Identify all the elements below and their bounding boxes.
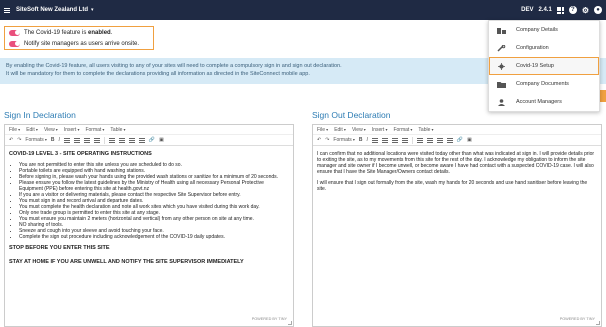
image-icon[interactable]: ▣ [159, 137, 164, 143]
powered-by-label[interactable]: POWERED BY TINY [560, 317, 595, 321]
align-center-icon[interactable] [73, 137, 80, 143]
menu-edit[interactable]: Edit [334, 127, 346, 133]
menu-table[interactable]: Table [418, 127, 433, 133]
menu-format[interactable]: Format [393, 127, 412, 133]
stay-home-line: STAY AT HOME IF YOU ARE UNWELL AND NOTIF… [9, 259, 244, 265]
outdent-icon[interactable] [436, 137, 443, 143]
menu-table[interactable]: Table [110, 127, 125, 133]
sign-in-editor[interactable]: File Edit View Insert Format Table ↶ ↷ F… [4, 124, 294, 327]
dropdown-item-label: Account Managers [516, 99, 562, 105]
building-icon [497, 27, 506, 34]
notify-managers-row: Notify site managers as users arrive ons… [5, 38, 153, 49]
link-icon[interactable]: 🔗 [457, 137, 463, 143]
covid-feature-toggle[interactable] [9, 29, 20, 36]
dropdown-item-label: Company Details [516, 27, 558, 33]
bullet-list-icon[interactable] [416, 137, 423, 143]
menu-file[interactable]: File [9, 127, 20, 133]
user-icon[interactable]: ● [594, 6, 602, 14]
stop-line: STOP BEFORE YOU ENTER THIS SITE [9, 245, 110, 251]
numbered-list-icon[interactable] [118, 137, 125, 143]
formats-dropdown[interactable]: Formats [333, 137, 354, 143]
gear-icon[interactable]: ⚙ [582, 6, 589, 15]
hamburger-icon[interactable] [4, 7, 10, 13]
sign-out-paragraph-1: I can confirm that no additional locatio… [317, 151, 595, 175]
indent-icon[interactable] [138, 137, 145, 143]
numbered-list-icon[interactable] [426, 137, 433, 143]
align-right-icon[interactable] [83, 137, 90, 143]
bullet-list-icon[interactable] [108, 137, 115, 143]
notify-managers-label: Notify site managers as users arrive ons… [24, 40, 140, 47]
version-label: 2.4.1 [538, 7, 552, 13]
sign-out-content[interactable]: I can confirm that no additional locatio… [313, 146, 601, 202]
top-bar: SiteSoft New Zealand Ltd ▾ DEV 2.4.1 ? ⚙… [0, 0, 606, 20]
folder-icon [497, 81, 506, 88]
menu-insert[interactable]: Insert [64, 127, 80, 133]
align-left-icon[interactable] [371, 137, 378, 143]
list-item: Please ensure you follow the latest guid… [19, 180, 289, 192]
bold-button[interactable]: B [359, 137, 363, 143]
dropdown-item-configuration[interactable]: Configuration [489, 39, 599, 57]
help-icon[interactable]: ? [568, 6, 577, 14]
italic-button[interactable]: I [59, 137, 60, 143]
dropdown-item-company-details[interactable]: Company Details [489, 21, 599, 39]
sign-out-title: Sign Out Declaration [312, 110, 391, 120]
covid-feature-row: The Covid-19 feature is enabled. [5, 27, 153, 38]
redo-icon[interactable]: ↷ [325, 137, 329, 143]
notify-managers-toggle[interactable] [9, 40, 20, 47]
editor-menubar: File Edit View Insert Format Table [5, 125, 293, 135]
covid-feature-text: The Covid-19 feature is enabled. [24, 29, 113, 36]
apps-grid-icon[interactable] [556, 6, 564, 14]
menu-insert[interactable]: Insert [372, 127, 388, 133]
formats-dropdown[interactable]: Formats [25, 137, 46, 143]
image-icon[interactable]: ▣ [467, 137, 472, 143]
align-right-icon[interactable] [391, 137, 398, 143]
menu-format[interactable]: Format [85, 127, 104, 133]
sign-in-title: Sign In Declaration [4, 110, 76, 120]
link-icon[interactable]: 🔗 [149, 137, 155, 143]
dropdown-item-account-managers[interactable]: Account Managers [489, 93, 599, 111]
top-right-controls: DEV 2.4.1 ? ⚙ ● [521, 0, 602, 20]
menu-file[interactable]: File [317, 127, 328, 133]
env-label: DEV [521, 7, 534, 13]
italic-button[interactable]: I [367, 137, 368, 143]
align-justify-icon[interactable] [401, 137, 408, 143]
align-center-icon[interactable] [381, 137, 388, 143]
editor-toolbar: ↶ ↷ Formats B I 🔗 ▣ [5, 135, 293, 146]
powered-by-label[interactable]: POWERED BY TINY [252, 317, 287, 321]
align-justify-icon[interactable] [93, 137, 100, 143]
resize-handle-icon[interactable] [288, 321, 292, 325]
editor-menubar: File Edit View Insert Format Table [313, 125, 601, 135]
dropdown-item-label: Covid-19 Setup [516, 63, 554, 69]
sign-out-editor[interactable]: File Edit View Insert Format Table ↶ ↷ F… [312, 124, 602, 327]
dropdown-item-label: Configuration [516, 45, 549, 51]
dropdown-item-covid-setup[interactable]: Covid-19 Setup [489, 57, 599, 75]
indent-icon[interactable] [446, 137, 453, 143]
undo-icon[interactable]: ↶ [317, 137, 321, 143]
redo-icon[interactable]: ↷ [17, 137, 21, 143]
sign-in-bullets: You are not permitted to enter this site… [9, 162, 289, 240]
org-name[interactable]: SiteSoft New Zealand Ltd [16, 7, 88, 13]
editor-toolbar: ↶ ↷ Formats B I 🔗 ▣ [313, 135, 601, 146]
caret-down-icon[interactable]: ▾ [91, 7, 94, 13]
wrench-icon [497, 44, 506, 52]
resize-handle-icon[interactable] [596, 321, 600, 325]
dropdown-item-company-documents[interactable]: Company Documents [489, 75, 599, 93]
settings-dropdown: Company Details Configuration Covid-19 S… [488, 20, 600, 112]
list-item: Complete the sign out procedure includin… [19, 234, 289, 240]
undo-icon[interactable]: ↶ [9, 137, 13, 143]
menu-view[interactable]: View [44, 127, 58, 133]
outdent-icon[interactable] [128, 137, 135, 143]
virus-icon [497, 62, 506, 70]
align-left-icon[interactable] [63, 137, 70, 143]
dropdown-item-label: Company Documents [516, 81, 569, 87]
bold-button[interactable]: B [51, 137, 55, 143]
sign-out-paragraph-2: I will ensure that I sign out formally f… [317, 180, 588, 192]
sign-in-heading: COVID-19 LEVEL 3 - SITE OPERATING INSTRU… [9, 151, 152, 157]
menu-edit[interactable]: Edit [26, 127, 38, 133]
person-icon [497, 98, 506, 106]
covid-toggle-panel: The Covid-19 feature is enabled. Notify … [4, 26, 154, 50]
menu-view[interactable]: View [352, 127, 366, 133]
sign-in-content[interactable]: COVID-19 LEVEL 3 - SITE OPERATING INSTRU… [5, 146, 293, 278]
